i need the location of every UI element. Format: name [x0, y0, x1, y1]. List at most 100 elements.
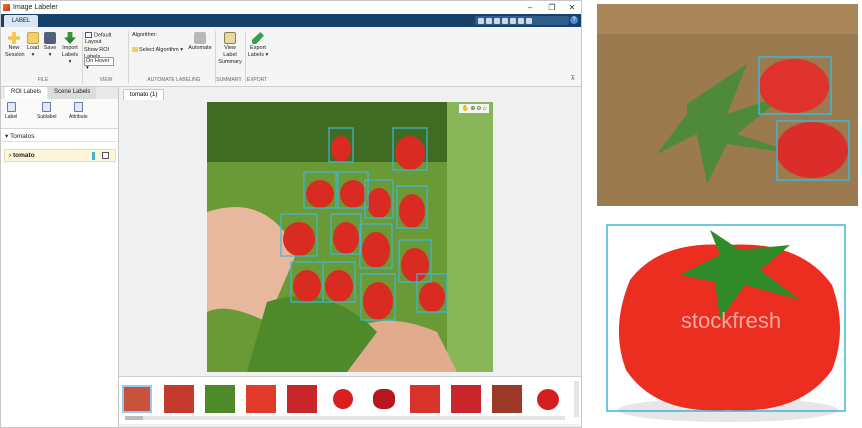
thumbnail[interactable]: [287, 385, 317, 413]
group-summary: SUMMARY: [216, 77, 242, 83]
automate-button[interactable]: Automate: [187, 32, 213, 52]
image-display-area: tomato (1) ✋ ⊕ ⊖ ⌂: [119, 87, 581, 427]
document-tab[interactable]: tomato (1): [123, 89, 165, 100]
view-label-summary-button[interactable]: View Label Summary: [217, 32, 243, 66]
save-icon[interactable]: [478, 17, 484, 24]
new-session-button[interactable]: New Session: [5, 32, 25, 59]
zoom-out-icon[interactable]: ⊖: [476, 105, 481, 112]
tomato: [283, 222, 315, 256]
export-pen-icon: [252, 32, 264, 44]
filmstrip-scrollbar[interactable]: [125, 416, 565, 420]
layout-icon: [85, 32, 92, 38]
add-sublabel-text: Sublabel: [37, 114, 57, 120]
redo-icon[interactable]: [518, 17, 524, 24]
attribute-icon: [73, 102, 83, 112]
select-algorithm-label: Select Algorithm ▾: [139, 47, 184, 53]
default-layout-button[interactable]: Default Layout: [85, 32, 129, 46]
tomato: [293, 270, 321, 302]
tomato: [363, 282, 393, 320]
minimize-icon[interactable]: –: [523, 1, 537, 14]
import-labels-button[interactable]: Import Labels ▾: [60, 32, 80, 66]
thumbnail[interactable]: [533, 385, 563, 413]
print-icon[interactable]: [526, 17, 532, 24]
export-labels-button[interactable]: Export Labels ▾: [247, 32, 269, 59]
thumbnail[interactable]: [328, 385, 358, 413]
tomato: [306, 180, 334, 208]
add-attribute-text: Attribute: [69, 114, 88, 120]
group-view: VIEW: [99, 77, 113, 83]
thumbnail[interactable]: [492, 385, 522, 413]
divider: [128, 31, 129, 83]
close-icon[interactable]: ✕: [565, 1, 579, 14]
label-checkbox[interactable]: [102, 152, 109, 159]
ribbon: New Session Load ▾ Save ▾ Import Labels …: [1, 27, 581, 87]
thumbnail-selected[interactable]: [122, 385, 152, 413]
label-row-tomato[interactable]: › tomato: [4, 149, 116, 162]
pan-icon[interactable]: ✋: [462, 105, 469, 112]
tomato: [399, 194, 425, 228]
image-browser-filmstrip: [119, 376, 581, 424]
roi-label-panel: ROI Labels Scene Labels Label Sublabel A…: [1, 87, 119, 427]
thumbnail[interactable]: [369, 385, 399, 413]
zoom-in-icon[interactable]: ⊕: [470, 105, 475, 112]
group-export: EXPORT: [246, 77, 268, 83]
add-label-button[interactable]: Label: [5, 102, 17, 120]
import-arrow-icon: [64, 32, 76, 44]
tomato-photo: [207, 102, 493, 372]
restore-icon[interactable]: ❐: [545, 1, 559, 14]
soil-tomato-image: [597, 4, 858, 206]
save-button[interactable]: Save ▾: [43, 32, 57, 59]
thumbnail[interactable]: [246, 385, 276, 413]
tab-scene-labels[interactable]: Scene Labels: [48, 87, 97, 99]
robot-icon: [194, 32, 206, 44]
matlab-icon: [3, 4, 10, 11]
save-arrow: ▾: [48, 52, 52, 58]
tab-label[interactable]: LABEL: [4, 15, 38, 27]
undo-icon[interactable]: [510, 17, 516, 24]
label-name: tomato: [12, 152, 35, 159]
scrollbar-thumb[interactable]: [125, 416, 143, 420]
image-viewer[interactable]: ✋ ⊕ ⊖ ⌂: [207, 102, 493, 372]
import-label-1: Import: [62, 45, 78, 51]
automate-label: Automate: [188, 45, 212, 51]
soil-scene: [597, 4, 858, 206]
image-labeler-window: Image Labeler – ❐ ✕ LABEL ? New Session …: [0, 0, 582, 428]
select-algorithm-dropdown[interactable]: Select Algorithm ▾: [132, 47, 184, 54]
folder-icon: [27, 32, 39, 44]
divider: [82, 31, 83, 83]
thumbnail[interactable]: [205, 385, 235, 413]
cut-icon[interactable]: [486, 17, 492, 24]
paste-icon[interactable]: [502, 17, 508, 24]
collapse-ribbon-icon[interactable]: ⊼: [571, 75, 575, 82]
roi-label-display-dropdown[interactable]: On Hover ▾: [84, 57, 114, 71]
stock-tomato: stockfresh: [606, 224, 846, 422]
stock-tomato-image: stockfresh: [600, 210, 862, 428]
label-toolbar: Label Sublabel Attribute: [1, 99, 118, 129]
sublabel-icon: [42, 102, 52, 112]
add-sublabel-button[interactable]: Sublabel: [37, 102, 56, 120]
thumbnail[interactable]: [164, 385, 194, 413]
new-session-label-2: Session: [5, 52, 25, 58]
add-attribute-button[interactable]: Attribute: [69, 102, 88, 120]
group-file: FILE: [37, 77, 49, 83]
load-arrow: ▾: [31, 52, 35, 58]
help-icon[interactable]: ?: [570, 16, 578, 24]
summary-label-1: View Label: [223, 45, 237, 58]
label-group-header[interactable]: ▾ Tomatos: [1, 129, 118, 142]
load-button[interactable]: Load ▾: [26, 32, 40, 59]
summary-label-2: Summary: [218, 59, 242, 65]
load-label: Load: [26, 45, 40, 51]
viewer-toolbar: ✋ ⊕ ⊖ ⌂: [459, 104, 489, 113]
export-label-2: Labels ▾: [247, 52, 269, 58]
tomato: [333, 222, 359, 254]
vertical-scrollbar[interactable]: [574, 381, 579, 417]
new-session-label-1: New: [8, 45, 20, 51]
thumbnail[interactable]: [410, 385, 440, 413]
group-automate-labeling: AUTOMATE LABELING: [147, 77, 201, 83]
window-title: Image Labeler: [13, 4, 58, 11]
copy-icon[interactable]: [494, 17, 500, 24]
thumbnail[interactable]: [451, 385, 481, 413]
tab-roi-labels[interactable]: ROI Labels: [5, 87, 48, 99]
home-icon[interactable]: ⌂: [482, 106, 486, 112]
tomato: [325, 270, 353, 302]
